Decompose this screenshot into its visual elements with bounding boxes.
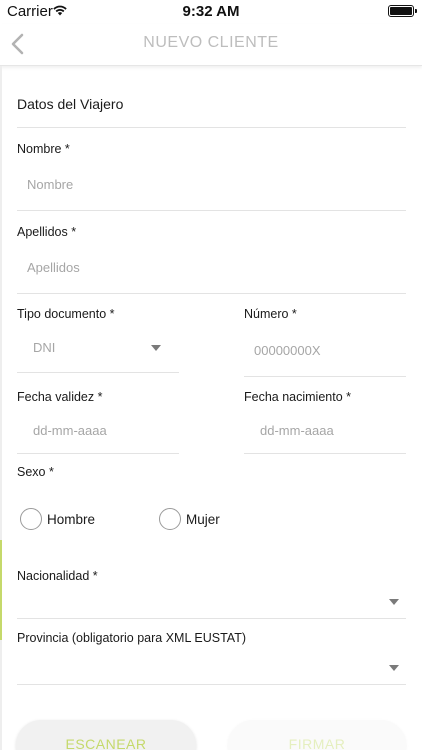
status-bar: Carrier 9:32 AM	[0, 0, 422, 24]
fecha-validez-underline	[17, 453, 179, 454]
radio-hombre-label[interactable]: Hombre	[47, 512, 95, 527]
provincia-label: Provincia (obligatorio para XML EUSTAT)	[17, 631, 247, 645]
tipo-documento-underline	[17, 372, 179, 373]
fecha-nacimiento-input[interactable]	[260, 421, 400, 439]
nacionalidad-select[interactable]	[17, 588, 406, 616]
caret-down-icon	[389, 665, 399, 671]
nombre-input[interactable]	[27, 175, 397, 193]
numero-underline	[244, 376, 406, 377]
sign-button[interactable]: FIRMAR	[228, 720, 406, 750]
page-title: NUEVO CLIENTE	[143, 34, 279, 51]
scan-button[interactable]: ESCANEAR	[16, 720, 196, 750]
divider	[17, 127, 406, 128]
sexo-label: Sexo *	[17, 465, 54, 479]
section-title: Datos del Viajero	[17, 96, 124, 112]
clock: 9:32 AM	[182, 3, 240, 20]
nombre-label: Nombre *	[17, 142, 70, 156]
provincia-select[interactable]	[17, 654, 406, 682]
fecha-validez-label: Fecha validez *	[17, 390, 103, 404]
provincia-underline	[17, 684, 406, 685]
navigation-bar: NUEVO CLIENTE	[0, 24, 422, 66]
battery-icon	[388, 5, 417, 17]
apellidos-label: Apellidos *	[17, 225, 77, 239]
nacionalidad-label: Nacionalidad *	[17, 569, 98, 583]
radio-hombre[interactable]	[20, 508, 42, 530]
tipo-documento-value: DNI	[33, 340, 56, 355]
fecha-validez-input[interactable]	[33, 421, 173, 439]
tipo-documento-label: Tipo documento *	[17, 307, 115, 321]
apellidos-underline	[17, 293, 406, 294]
radio-mujer[interactable]	[159, 508, 181, 530]
left-edge-strip	[0, 66, 2, 750]
apellidos-input[interactable]	[27, 258, 397, 276]
tipo-documento-select[interactable]: DNI	[17, 330, 179, 370]
numero-input[interactable]	[254, 341, 404, 359]
nacionalidad-underline	[17, 618, 406, 619]
left-edge-accent	[0, 540, 2, 600]
caret-down-icon	[151, 345, 161, 351]
fecha-nacimiento-underline	[244, 453, 406, 454]
caret-down-icon	[389, 599, 399, 605]
nombre-underline	[17, 210, 406, 211]
radio-mujer-label[interactable]: Mujer	[186, 512, 220, 527]
left-edge-accent	[0, 595, 2, 640]
fecha-nacimiento-label: Fecha nacimiento *	[244, 390, 352, 404]
numero-label: Número *	[244, 307, 297, 321]
